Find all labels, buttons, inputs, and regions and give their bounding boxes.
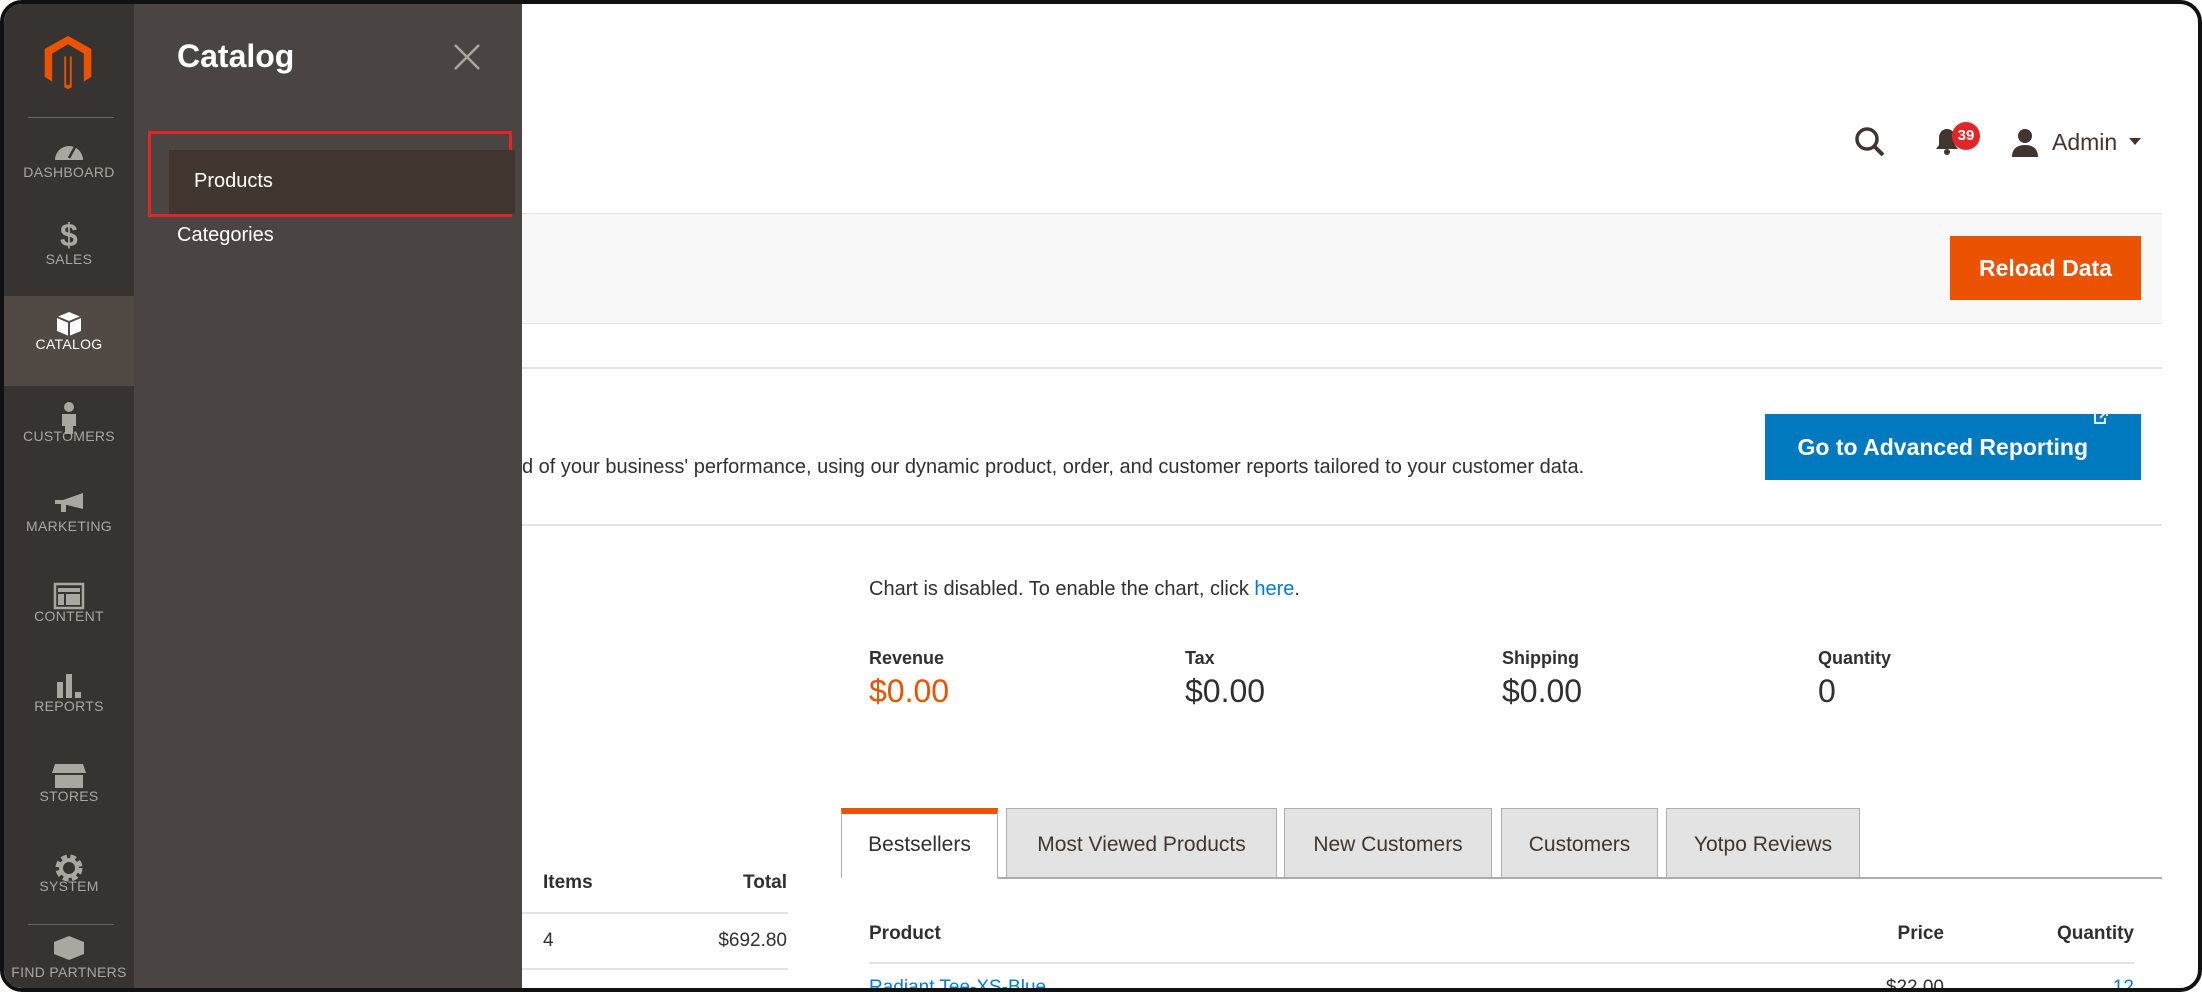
nav-label: STORES bbox=[39, 788, 99, 804]
notifications-button[interactable]: 39 bbox=[1934, 122, 1980, 161]
flyout-title: Catalog bbox=[177, 38, 295, 74]
person-icon bbox=[4, 388, 134, 434]
total-value: $0.00 bbox=[1185, 673, 1266, 709]
tabs-baseline bbox=[998, 877, 2162, 879]
advanced-reporting-button[interactable]: Go to Advanced Reporting bbox=[1765, 410, 2141, 480]
nav-label: CUSTOMERS bbox=[23, 428, 115, 444]
nav-label: MARKETING bbox=[26, 518, 112, 534]
nav-label: SYSTEM bbox=[39, 878, 99, 894]
total-quantity: Quantity 0 bbox=[1818, 648, 1891, 710]
divider bbox=[28, 117, 114, 118]
advanced-reporting-description: d of your business' performance, using o… bbox=[522, 456, 1585, 478]
nav-label: DASHBOARD bbox=[23, 164, 115, 180]
layout-icon bbox=[4, 568, 134, 610]
divider bbox=[522, 367, 2162, 369]
nav-label: REPORTS bbox=[34, 698, 104, 714]
nav-label: FIND PARTNERS bbox=[11, 964, 127, 980]
catalog-flyout: Catalog Products Categories bbox=[134, 4, 522, 988]
admin-sidebar: DASHBOARD $ SALES CATALOG CUSTOMERS MARK… bbox=[4, 4, 134, 988]
tab-most-viewed-products[interactable]: Most Viewed Products bbox=[1006, 808, 1277, 878]
nav-catalog[interactable]: CATALOG bbox=[4, 296, 134, 386]
external-link-icon bbox=[2094, 410, 2109, 424]
search-icon[interactable] bbox=[1854, 126, 1886, 163]
total-label: Revenue bbox=[869, 648, 945, 668]
total-label: Shipping bbox=[1502, 648, 1579, 668]
column-header-items: Items bbox=[543, 872, 593, 893]
row-divider bbox=[522, 912, 788, 914]
magento-logo[interactable] bbox=[40, 34, 96, 90]
admin-username: Admin bbox=[2052, 128, 2118, 155]
dashboard-icon bbox=[4, 124, 134, 164]
nav-stores[interactable]: STORES bbox=[4, 748, 134, 838]
nav-label: SALES bbox=[45, 251, 93, 267]
notification-count-badge: 39 bbox=[1952, 122, 1980, 150]
tab-yotpo-reviews[interactable]: Yotpo Reviews bbox=[1666, 808, 1860, 878]
total-label: Quantity bbox=[1818, 648, 1892, 668]
flyout-item-categories[interactable]: Categories bbox=[177, 224, 274, 247]
total-value: 0 bbox=[1818, 673, 1836, 709]
gear-icon bbox=[4, 838, 134, 882]
nav-reports[interactable]: REPORTS bbox=[4, 658, 134, 748]
close-icon[interactable] bbox=[452, 42, 482, 72]
order-total-cell: $692.80 bbox=[718, 930, 787, 951]
total-label: Tax bbox=[1185, 648, 1215, 668]
tab-customers[interactable]: Customers bbox=[1501, 808, 1658, 878]
storefront-icon bbox=[4, 748, 134, 788]
page-actions-bar bbox=[522, 213, 2162, 324]
megaphone-icon bbox=[4, 478, 134, 518]
total-value: $0.00 bbox=[1502, 673, 1583, 709]
tab-new-customers[interactable]: New Customers bbox=[1284, 808, 1492, 878]
nav-system[interactable]: SYSTEM bbox=[4, 838, 134, 928]
product-quantity[interactable]: 12 bbox=[1994, 977, 2134, 988]
column-header-product: Product bbox=[869, 923, 941, 944]
reload-data-button[interactable]: Reload Data bbox=[1950, 236, 2141, 300]
blocks-icon bbox=[4, 924, 134, 964]
user-icon bbox=[2012, 129, 2038, 157]
enable-chart-link[interactable]: here bbox=[1254, 578, 1294, 600]
nav-find-partners[interactable]: FIND PARTNERS bbox=[4, 924, 134, 988]
column-header-quantity: Quantity bbox=[2056, 923, 2134, 944]
nav-label: CONTENT bbox=[34, 608, 104, 624]
row-divider bbox=[869, 962, 2134, 964]
nav-dashboard[interactable]: DASHBOARD bbox=[4, 124, 134, 214]
app-window: 39 Admin Reload Data d of your business'… bbox=[0, 0, 2202, 992]
nav-sales[interactable]: $ SALES bbox=[4, 211, 134, 301]
total-value: $0.00 bbox=[869, 673, 950, 709]
nav-label: CATALOG bbox=[35, 336, 103, 352]
total-shipping: Shipping $0.00 bbox=[1502, 648, 1582, 710]
column-header-price: Price bbox=[1897, 923, 1944, 944]
period: . bbox=[1294, 578, 1300, 600]
chart-disabled-text: Chart is disabled. To enable the chart, … bbox=[869, 578, 1255, 600]
dollar-icon: $ bbox=[59, 217, 79, 253]
caret-down-icon bbox=[2129, 138, 2142, 145]
flyout-item-label: Products bbox=[194, 170, 273, 192]
flyout-item-products[interactable]: Products bbox=[169, 150, 515, 214]
nav-marketing[interactable]: MARKETING bbox=[4, 478, 134, 568]
nav-customers[interactable]: CUSTOMERS bbox=[4, 388, 134, 478]
box-icon bbox=[4, 296, 134, 336]
order-items-cell: 4 bbox=[543, 930, 554, 951]
total-tax: Tax $0.00 bbox=[1185, 648, 1265, 710]
advanced-reporting-label: Go to Advanced Reporting bbox=[1797, 434, 2089, 460]
column-header-total: Total bbox=[743, 872, 787, 893]
bar-chart-icon bbox=[4, 658, 134, 698]
nav-content[interactable]: CONTENT bbox=[4, 568, 134, 658]
chart-disabled-message: Chart is disabled. To enable the chart, … bbox=[869, 578, 1300, 601]
product-price: $22.00 bbox=[1885, 977, 1944, 992]
admin-user-menu[interactable]: Admin bbox=[2010, 124, 2142, 160]
tab-bestsellers[interactable]: Bestsellers bbox=[841, 808, 998, 878]
row-divider bbox=[522, 968, 788, 970]
highlight-box: Products bbox=[148, 131, 515, 217]
total-revenue: Revenue $0.00 bbox=[869, 648, 949, 710]
product-link[interactable]: Radiant Tee-XS-Blue bbox=[869, 977, 1046, 988]
divider bbox=[522, 524, 2162, 526]
